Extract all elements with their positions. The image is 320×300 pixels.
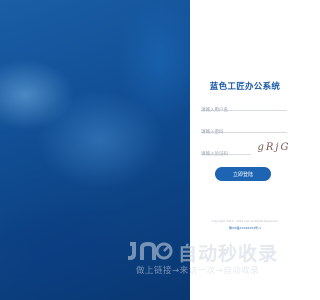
page-title: 蓝色工匠办公系统 [209, 82, 281, 92]
username-field-wrapper [201, 96, 287, 118]
login-button[interactable]: 立即登陆 [215, 167, 271, 181]
password-field-wrapper [201, 118, 287, 140]
login-page: 蓝色工匠办公系统 gRjG 立即登陆 Copyright 2019 - 2019… [0, 0, 300, 300]
background-art [0, 0, 190, 300]
captcha-field-wrapper [201, 140, 251, 162]
password-input[interactable] [201, 125, 287, 140]
icp-link[interactable]: 豫ICP备13016254号-1 [190, 226, 300, 230]
captcha-image[interactable]: gRjG [256, 139, 292, 155]
username-input[interactable] [201, 103, 287, 118]
copyright-text: Copyright 2019 - 2019 yqe All Rights Res… [211, 219, 279, 223]
captcha-input[interactable] [201, 147, 251, 162]
